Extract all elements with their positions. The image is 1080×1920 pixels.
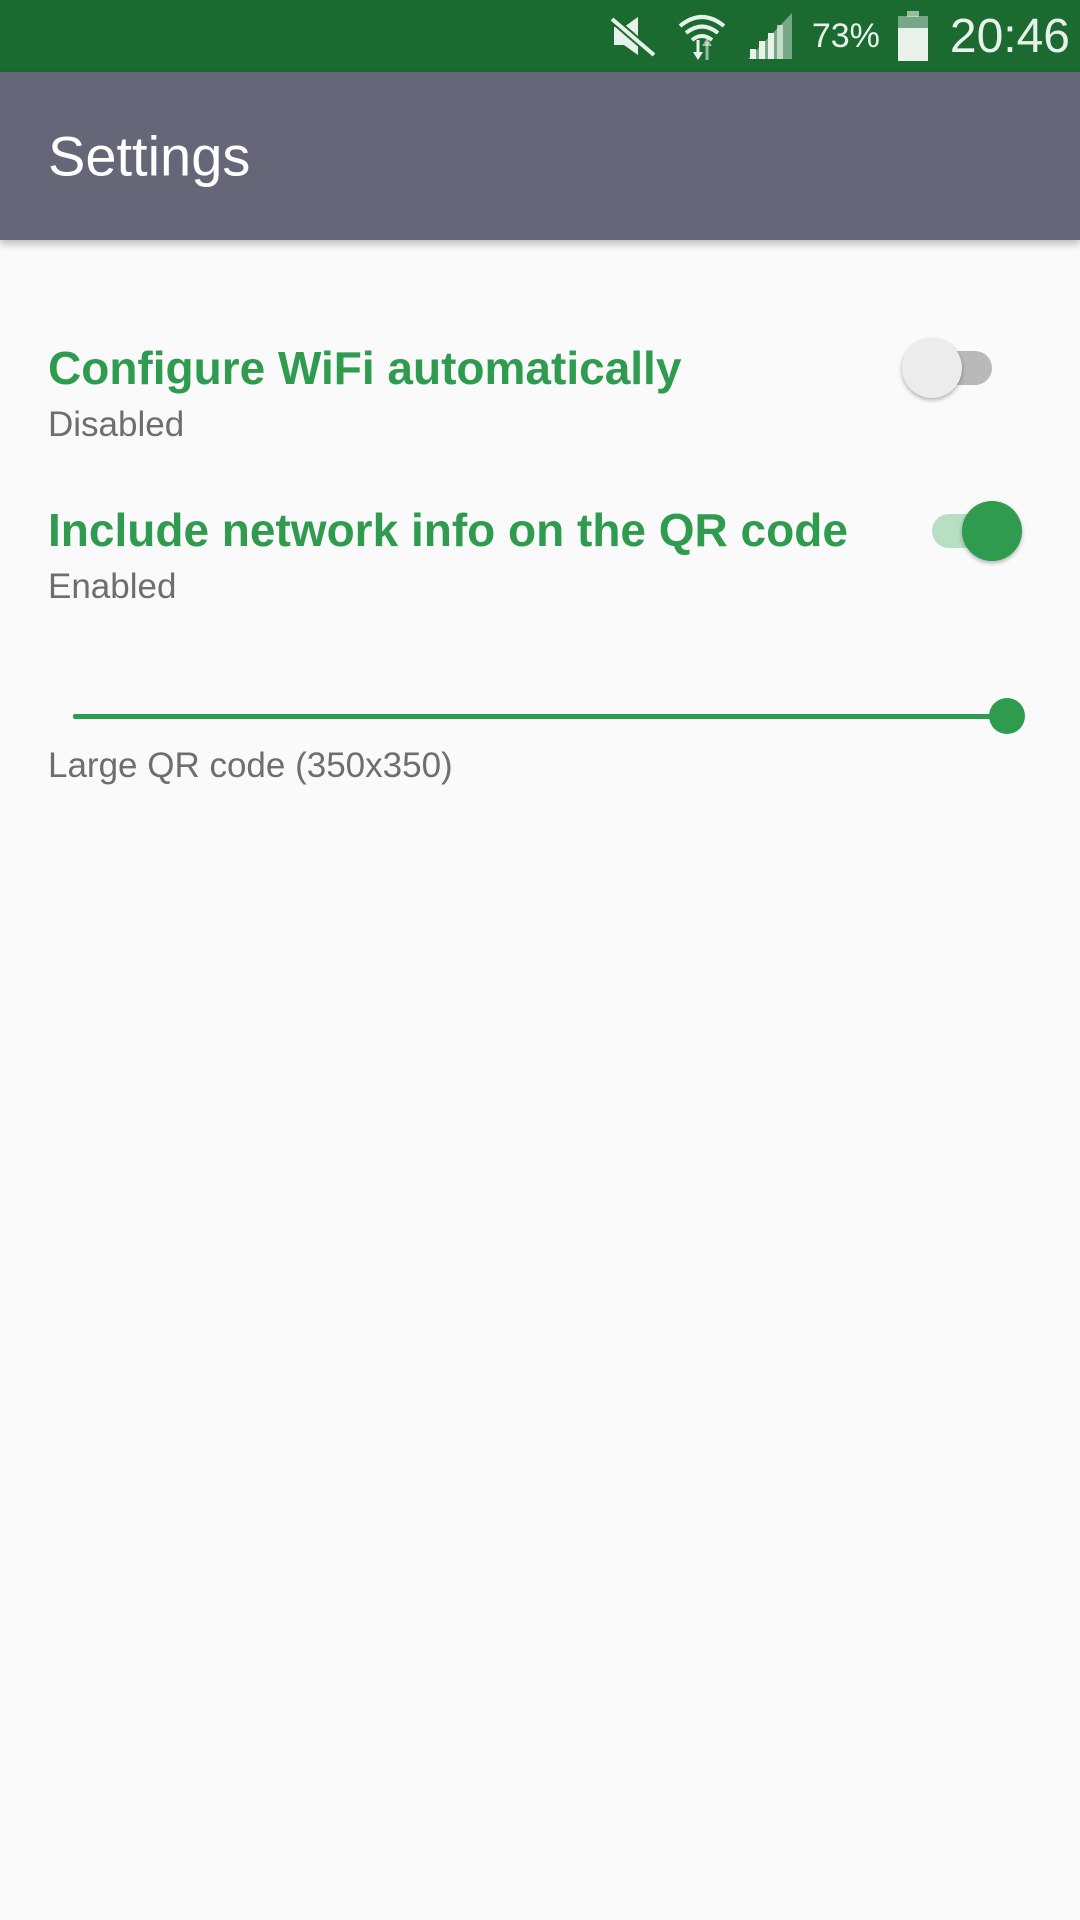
battery-icon bbox=[897, 11, 928, 61]
pref-title: Include network info on the QR code bbox=[48, 504, 848, 556]
pref-include-network-info[interactable]: Include network info on the QR code Enab… bbox=[48, 502, 1032, 610]
qr-size-slider[interactable] bbox=[73, 696, 1025, 736]
slider-thumb[interactable] bbox=[989, 698, 1025, 734]
app-bar: Settings bbox=[0, 72, 1080, 240]
mute-icon bbox=[608, 13, 658, 59]
pref-summary: Enabled bbox=[48, 567, 177, 606]
include-network-info-toggle[interactable] bbox=[922, 500, 1022, 561]
clock: 20:46 bbox=[949, 9, 1070, 63]
status-bar: 73% 20:46 bbox=[0, 0, 1080, 72]
pref-summary: Disabled bbox=[48, 405, 185, 444]
switch-thumb bbox=[962, 501, 1022, 561]
pref-title: Configure WiFi automatically bbox=[48, 342, 682, 394]
slider-rail bbox=[73, 714, 1005, 719]
pref-configure-wifi[interactable]: Configure WiFi automatically Disabled bbox=[48, 340, 1032, 448]
wifi-icon bbox=[676, 10, 728, 62]
signal-icon bbox=[746, 11, 794, 61]
battery-percentage: 73% bbox=[811, 16, 880, 55]
qr-size-label: Large QR code (350x350) bbox=[48, 746, 453, 785]
switch-thumb bbox=[902, 338, 962, 398]
page-title: Settings bbox=[48, 124, 251, 188]
configure-wifi-toggle[interactable] bbox=[902, 337, 1002, 398]
status-icons: 73% 20:46 bbox=[608, 0, 1070, 72]
